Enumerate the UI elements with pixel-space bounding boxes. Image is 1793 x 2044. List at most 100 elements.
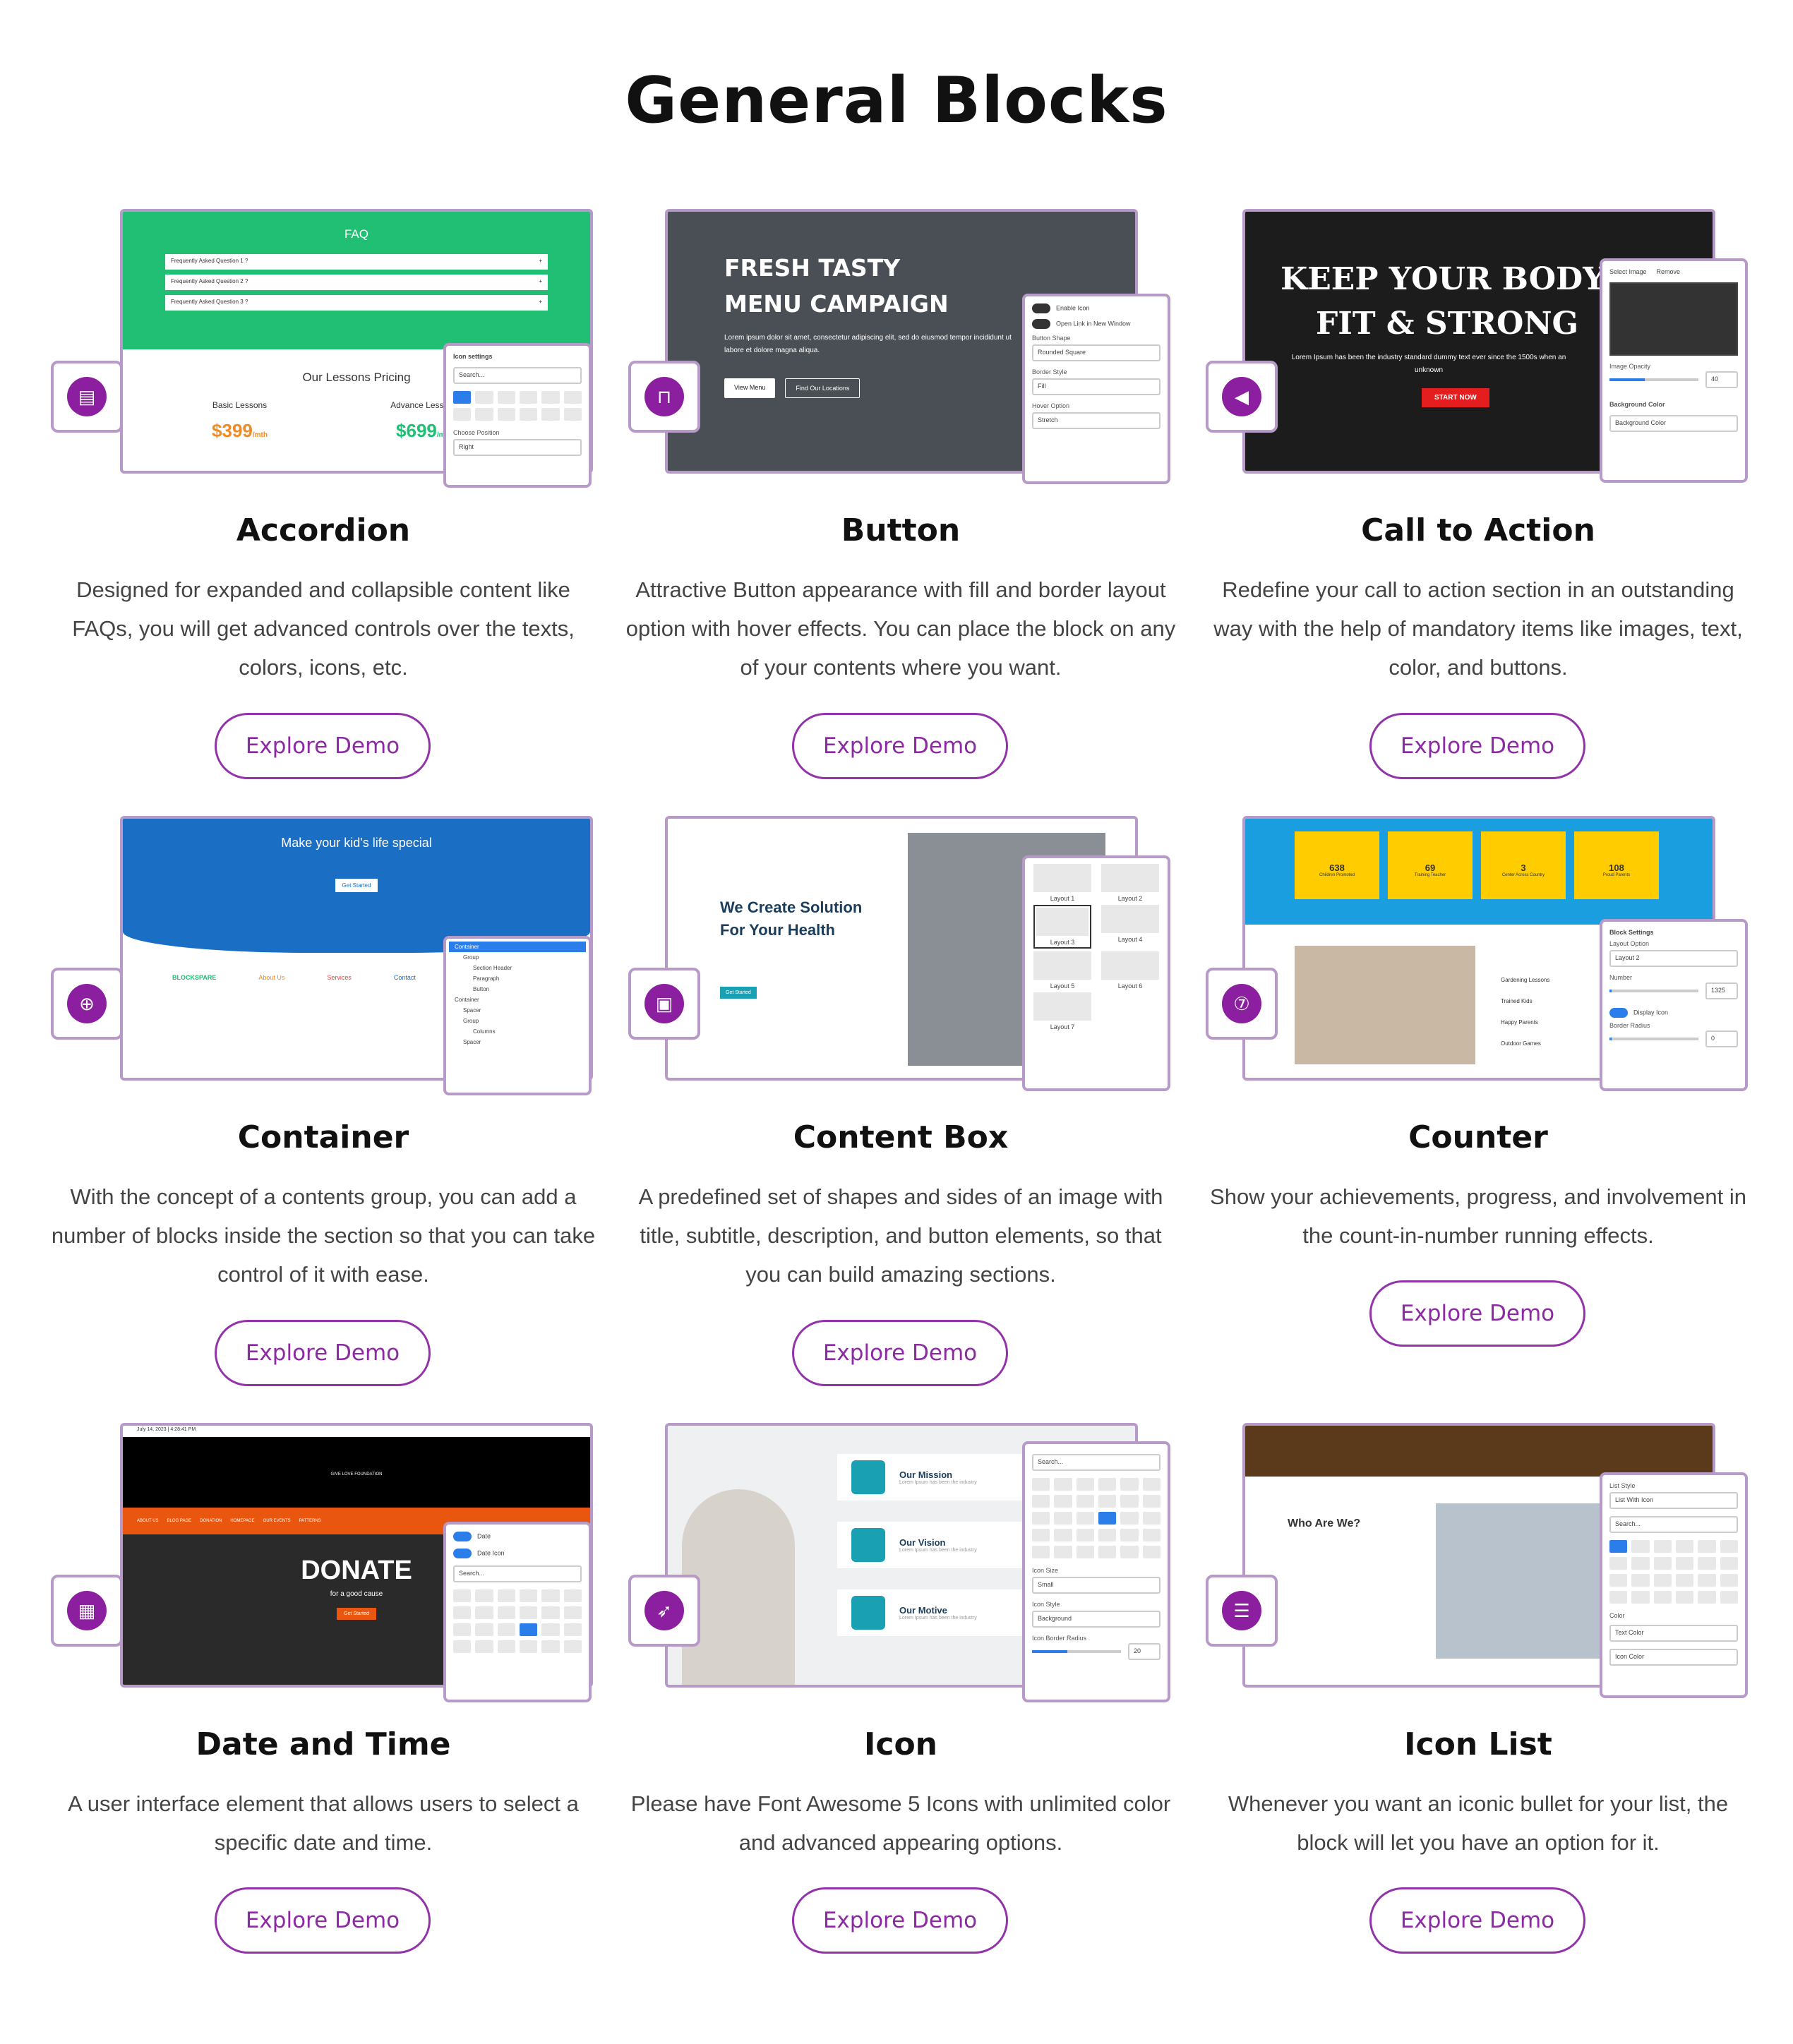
icon-radius-slider[interactable]	[1032, 1650, 1121, 1653]
select-image-button[interactable]: Select Image	[1609, 268, 1647, 275]
tree-item[interactable]: Paragraph	[449, 973, 586, 984]
bg-color-option[interactable]: Background Color	[1609, 415, 1738, 432]
plan-price: 399	[222, 420, 253, 441]
card-description: A predefined set of shapes and sides of …	[638, 1184, 1163, 1287]
stat-box: 3 Center Across Country	[1481, 831, 1566, 899]
card-description: Show your achievements, progress, and in…	[1210, 1184, 1746, 1248]
tree-item[interactable]: Container	[449, 942, 586, 952]
position-select[interactable]: Right	[453, 439, 582, 456]
enable-icon-toggle[interactable]	[1032, 303, 1050, 313]
tree-item[interactable]: Spacer	[449, 1005, 586, 1016]
remove-button[interactable]: Remove	[1657, 268, 1681, 275]
explore-demo-button[interactable]: Explore Demo	[792, 713, 1008, 779]
explore-demo-button[interactable]: Explore Demo	[215, 1887, 431, 1954]
border-select[interactable]: Fill	[1032, 378, 1161, 395]
date-icon-toggle[interactable]	[453, 1549, 472, 1558]
explore-demo-button[interactable]: Explore Demo	[1369, 1887, 1585, 1954]
tree-item[interactable]: Section Header	[449, 963, 586, 973]
get-started-button[interactable]: Get Started	[720, 987, 757, 999]
faq-heading: FAQ	[344, 227, 368, 241]
explore-demo-button[interactable]: Explore Demo	[215, 1320, 431, 1386]
progress-label: Gardening Lessons	[1501, 977, 1550, 983]
text-color-option[interactable]: Text Color	[1609, 1625, 1738, 1642]
card-title: Call to Action	[1361, 512, 1595, 548]
progress-label: Trained Kids	[1501, 998, 1533, 1004]
tree-item[interactable]: Button	[449, 984, 586, 994]
icon-grid[interactable]	[1609, 1540, 1738, 1604]
layout-option[interactable]: Layout 1	[1033, 864, 1091, 902]
hover-select[interactable]: Stretch	[1032, 412, 1161, 429]
icon-search-input[interactable]: Search...	[453, 1565, 582, 1582]
radius-slider[interactable]	[1609, 1038, 1698, 1040]
icon-style-label: Icon Style	[1032, 1601, 1060, 1608]
list-style-select[interactable]: List With Icon	[1609, 1492, 1738, 1509]
layout-option[interactable]: Layout 6	[1101, 951, 1159, 990]
stat-box: 638 Children Promoted	[1295, 831, 1379, 899]
icon-grid[interactable]	[453, 1589, 582, 1653]
get-started-button[interactable]: Get Started	[335, 879, 378, 892]
find-locations-button[interactable]: Find Our Locations	[785, 378, 860, 398]
hero-cta[interactable]: Get Started	[337, 1608, 376, 1620]
card-title: Button	[841, 512, 961, 548]
tree-item[interactable]: Container	[449, 994, 586, 1005]
icon-grid[interactable]	[453, 391, 582, 421]
tree-item[interactable]: Columns	[449, 1026, 586, 1037]
border-label: Border Style	[1032, 368, 1067, 375]
card-description: Redefine your call to action section in …	[1213, 577, 1743, 680]
button-badge: ⊓	[628, 361, 700, 433]
explore-demo-button[interactable]: Explore Demo	[792, 1887, 1008, 1954]
explore-demo-button[interactable]: Explore Demo	[792, 1320, 1008, 1386]
icon-style-select[interactable]: Background	[1032, 1611, 1161, 1628]
faq-question: Frequently Asked Question 3 ? +	[165, 295, 548, 311]
button-icon: ⊓	[656, 385, 672, 407]
icon-grid[interactable]	[1032, 1478, 1161, 1558]
layout-option[interactable]: Layout 4	[1101, 905, 1159, 949]
number-input[interactable]: 1325	[1705, 982, 1738, 999]
card-icon-list: Who Are We? List Style List With Icon Se…	[1189, 1423, 1768, 2044]
icon-radius-input[interactable]: 20	[1128, 1643, 1161, 1660]
card-title: Accordion	[236, 512, 411, 548]
icon-search-input[interactable]: Search...	[1032, 1454, 1161, 1471]
card-title: Date and Time	[196, 1726, 451, 1762]
display-icon-toggle[interactable]	[1609, 1008, 1628, 1018]
icon-size-select[interactable]: Small	[1032, 1577, 1161, 1594]
cta-badge: ◀	[1206, 361, 1278, 433]
preview-button: FRESH TASTY MENU CAMPAIGN Lorem ipsum do…	[611, 209, 1190, 512]
start-now-button[interactable]: START NOW	[1422, 388, 1489, 407]
icon-search-input[interactable]: Search...	[453, 367, 582, 384]
shape-select[interactable]: Rounded Square	[1032, 344, 1161, 361]
number-slider[interactable]	[1609, 990, 1698, 992]
explore-demo-button[interactable]: Explore Demo	[1369, 1280, 1585, 1347]
icon-color-option[interactable]: Icon Color	[1609, 1649, 1738, 1666]
tree-item[interactable]: Group	[449, 1016, 586, 1026]
card-description: Designed for expanded and collapsible co…	[72, 577, 575, 680]
card-icon: Our Mission Lorem Ipsum has been the indu…	[611, 1423, 1190, 2044]
radius-input[interactable]: 0	[1705, 1030, 1738, 1047]
layout-option[interactable]: Layout 7	[1033, 992, 1091, 1030]
bg-color-label: Background Color	[1609, 401, 1665, 408]
card-container: Make your kid's life special Get Started…	[34, 816, 613, 1437]
hero-line1: FRESH TASTY	[724, 254, 901, 282]
opacity-slider[interactable]	[1609, 378, 1698, 381]
card-title: Icon List	[1404, 1726, 1552, 1762]
layout-select[interactable]: Layout 2	[1609, 950, 1738, 967]
layout-option[interactable]: Layout 3	[1033, 905, 1091, 949]
opacity-input[interactable]: 40	[1705, 371, 1738, 388]
position-label: Choose Position	[453, 429, 500, 436]
date-toggle[interactable]	[453, 1532, 472, 1541]
card-counter: 638 Children Promoted 69 Training Teacher …	[1189, 816, 1768, 1437]
explore-demo-button[interactable]: Explore Demo	[1369, 713, 1585, 779]
card-title: Container	[237, 1119, 409, 1155]
tree-item[interactable]: Spacer	[449, 1037, 586, 1047]
tree-item[interactable]: Group	[449, 952, 586, 963]
new-window-toggle[interactable]	[1032, 319, 1050, 329]
explore-demo-button[interactable]: Explore Demo	[215, 713, 431, 779]
view-menu-button[interactable]: View Menu	[724, 378, 776, 398]
layout-option[interactable]: Layout 2	[1101, 864, 1159, 902]
layout-option[interactable]: Layout 5	[1033, 951, 1091, 990]
megaphone-icon: ◀	[1235, 385, 1249, 407]
icon-search-input[interactable]: Search...	[1609, 1516, 1738, 1533]
container-badge: ⊕	[51, 968, 123, 1040]
icon-item: Our Vision Lorem Ipsum has been the indus…	[837, 1522, 1049, 1568]
list-view-panel: Container Group Section Header Paragraph…	[443, 936, 592, 1095]
